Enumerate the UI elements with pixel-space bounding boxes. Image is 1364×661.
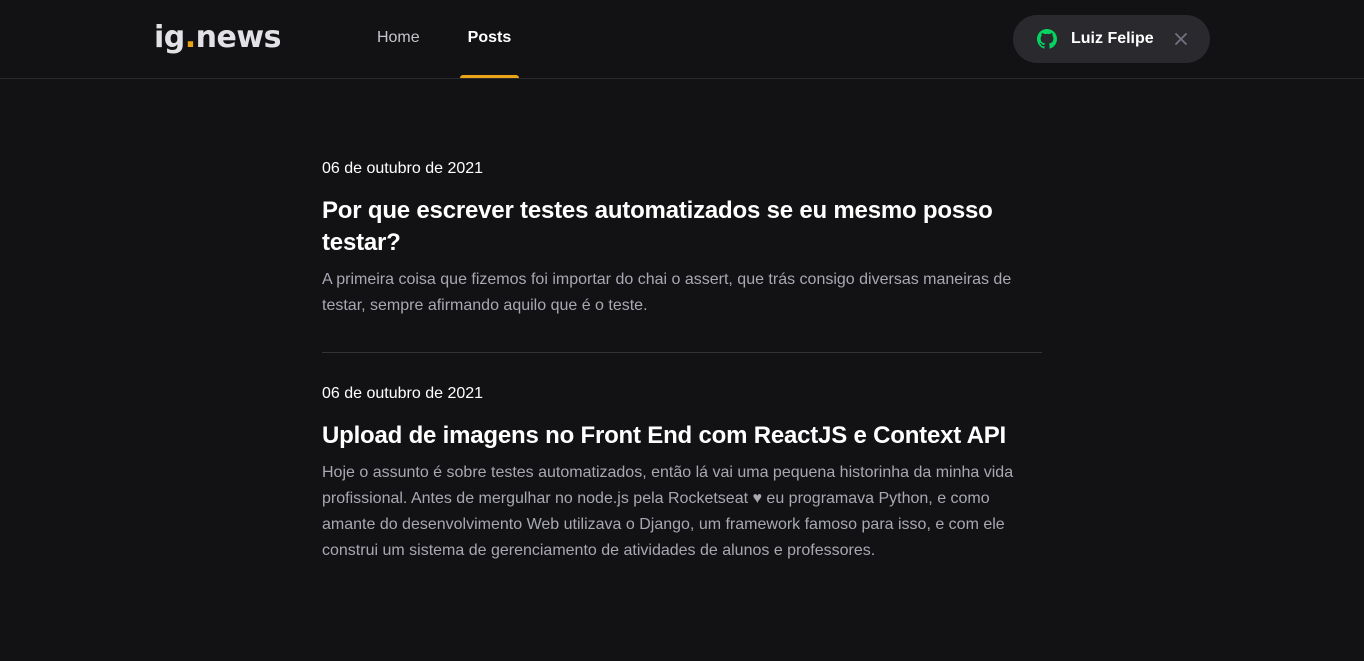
logo-dot: .: [184, 19, 196, 55]
post-excerpt: Hoje o assunto é sobre testes automatiza…: [322, 464, 1014, 559]
signin-user-button[interactable]: Luiz Felipe: [1013, 15, 1210, 63]
post-date: 06 de outubro de 2021: [322, 160, 484, 177]
post-title: Por que escrever testes automatizados se…: [322, 197, 993, 256]
site-header: ig.news Home Posts Luiz Felipe: [0, 0, 1364, 79]
user-name: Luiz Felipe: [1071, 30, 1154, 47]
post-excerpt: A primeira coisa que fizemos foi importa…: [322, 271, 1012, 314]
close-icon[interactable]: [1174, 32, 1188, 46]
post-divider: [322, 352, 1042, 353]
logo[interactable]: ig.news: [154, 20, 281, 55]
post-date: 06 de outubro de 2021: [322, 385, 484, 402]
github-icon: [1037, 29, 1057, 49]
post-item[interactable]: 06 de outubro de 2021 Por que escrever t…: [322, 159, 1042, 319]
nav-link-posts[interactable]: Posts: [459, 0, 520, 78]
header-content: ig.news Home Posts Luiz Felipe: [154, 0, 1210, 78]
main-nav: Home Posts: [369, 0, 551, 78]
posts-list: 06 de outubro de 2021 Por que escrever t…: [322, 79, 1042, 564]
post-title: Upload de imagens no Front End com React…: [322, 422, 1007, 449]
post-item[interactable]: 06 de outubro de 2021 Upload de imagens …: [322, 384, 1042, 564]
nav-link-home[interactable]: Home: [369, 0, 428, 78]
